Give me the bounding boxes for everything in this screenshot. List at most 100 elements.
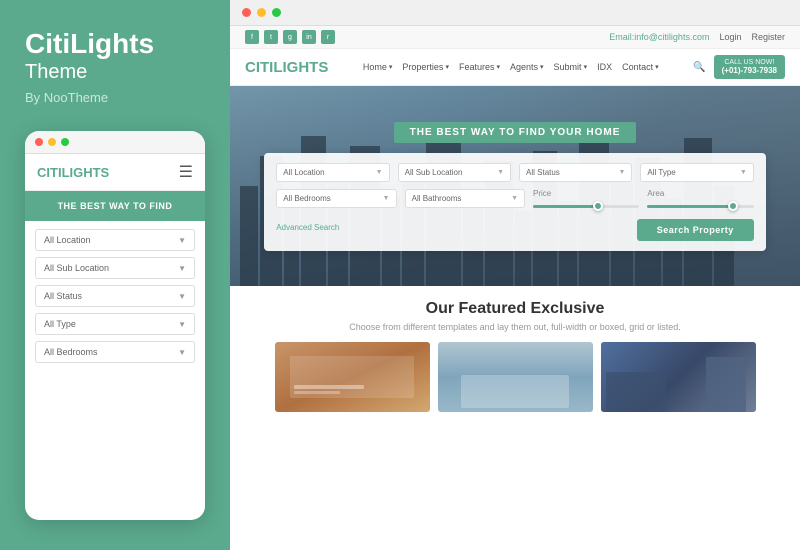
price-field: Price <box>533 189 639 208</box>
nav-idx[interactable]: IDX <box>597 62 612 72</box>
nav-home[interactable]: Home ▾ <box>363 62 393 72</box>
website-content: f t g in r Email:info@citilights.com Log… <box>230 26 800 550</box>
mobile-filter-bedrooms-label: All Bedrooms <box>44 347 98 357</box>
property-card-3-image <box>601 342 756 412</box>
site-topbar-right: Email:info@citilights.com Login Register <box>609 32 785 42</box>
nav-properties[interactable]: Properties ▾ <box>402 62 449 72</box>
mobile-filter-sublocation-arrow: ▼ <box>178 264 186 273</box>
price-range-handle[interactable] <box>593 201 603 211</box>
mobile-hero-text: THE BEST WAY TO FIND <box>37 201 193 211</box>
hero-section: THE BEST WAY TO FIND YOUR HOME All Locat… <box>230 86 800 286</box>
mobile-dot-yellow <box>48 138 56 146</box>
area-range-fill <box>647 205 732 208</box>
mobile-hero: THE BEST WAY TO FIND <box>25 191 205 221</box>
building-1 <box>240 186 258 286</box>
brand-name: CitiLights Theme By NooTheme <box>25 30 205 105</box>
brand-by: By NooTheme <box>25 90 205 105</box>
call-now-label: CALL US NOW! <box>724 59 774 66</box>
bathrooms-select[interactable]: All Bathrooms ▼ <box>405 189 525 208</box>
browser-dot-green <box>272 8 281 17</box>
property-card-1-image <box>275 342 430 412</box>
site-topbar-left: f t g in r <box>245 30 335 44</box>
linkedin-icon[interactable]: in <box>302 30 316 44</box>
sublocation-select-arrow: ▼ <box>497 169 504 176</box>
property-card-3[interactable] <box>601 342 756 412</box>
phone-box: CALL US NOW! (+01)-793-7938 <box>714 55 785 79</box>
mobile-filter-location-label: All Location <box>44 235 91 245</box>
site-topbar: f t g in r Email:info@citilights.com Log… <box>230 26 800 49</box>
login-link[interactable]: Login <box>719 32 741 42</box>
nav-submit[interactable]: Submit ▾ <box>554 62 588 72</box>
area-range-bar[interactable] <box>647 205 753 208</box>
bedrooms-select[interactable]: All Bedrooms ▼ <box>276 189 396 208</box>
left-panel: CitiLights Theme By NooTheme CITILIGHTS … <box>0 0 230 550</box>
twitter-icon[interactable]: t <box>264 30 278 44</box>
mobile-logo-lights: LIGHTS <box>62 165 110 180</box>
area-label: Area <box>647 189 753 198</box>
hero-badge: THE BEST WAY TO FIND YOUR HOME <box>394 122 637 143</box>
featured-title: Our Featured Exclusive <box>245 300 785 318</box>
nav-features[interactable]: Features ▾ <box>459 62 500 72</box>
mobile-filter-location-arrow: ▼ <box>178 236 186 245</box>
site-logo-citi: CITI <box>245 59 273 76</box>
status-select[interactable]: All Status ▼ <box>519 163 632 182</box>
rss-icon[interactable]: r <box>321 30 335 44</box>
browser-dot-yellow <box>257 8 266 17</box>
price-range-bar[interactable] <box>533 205 639 208</box>
phone-number: (+01)-793-7938 <box>722 66 777 75</box>
below-fold: Our Featured Exclusive Choose from diffe… <box>230 286 800 550</box>
bathrooms-select-label: All Bathrooms <box>412 194 462 203</box>
bedrooms-select-label: All Bedrooms <box>283 194 331 203</box>
browser-dot-red <box>242 8 251 17</box>
mobile-filter-type-label: All Type <box>44 319 76 329</box>
sublocation-select[interactable]: All Sub Location ▼ <box>398 163 511 182</box>
register-link[interactable]: Register <box>751 32 785 42</box>
mobile-dot-green <box>61 138 69 146</box>
site-logo-lights: LIGHTS <box>273 59 328 76</box>
mobile-hamburger-icon[interactable]: ☰ <box>179 162 193 182</box>
mobile-logo-citi: CITI <box>37 165 62 180</box>
featured-subtitle: Choose from different templates and lay … <box>245 322 785 332</box>
mobile-filters: All Location ▼ All Sub Location ▼ All St… <box>25 221 205 371</box>
price-range-fill <box>533 205 597 208</box>
nav-links: Home ▾ Properties ▾ Features ▾ Agents ▾ … <box>363 62 659 72</box>
type-select[interactable]: All Type ▼ <box>640 163 753 182</box>
search-btn-row: Search Property <box>637 219 754 241</box>
mobile-filter-sublocation[interactable]: All Sub Location ▼ <box>35 257 195 279</box>
brand-title: CitiLights <box>25 30 205 58</box>
mobile-filter-type[interactable]: All Type ▼ <box>35 313 195 335</box>
search-icon[interactable]: 🔍 <box>693 62 705 73</box>
site-nav: CITILIGHTS Home ▾ Properties ▾ Features … <box>230 49 800 86</box>
type-select-label: All Type <box>647 168 675 177</box>
site-logo: CITILIGHTS <box>245 59 328 76</box>
search-property-button[interactable]: Search Property <box>637 219 754 241</box>
nav-contact[interactable]: Contact ▾ <box>622 62 659 72</box>
type-select-arrow: ▼ <box>740 169 747 176</box>
brand-subtitle: Theme <box>25 60 205 84</box>
email-link[interactable]: Email:info@citilights.com <box>609 32 709 42</box>
facebook-icon[interactable]: f <box>245 30 259 44</box>
nav-agents[interactable]: Agents ▾ <box>510 62 544 72</box>
property-cards <box>245 342 785 412</box>
mobile-filter-status-label: All Status <box>44 291 82 301</box>
mobile-filter-location[interactable]: All Location ▼ <box>35 229 195 251</box>
advanced-search-link[interactable]: Advanced Search <box>276 223 339 232</box>
mobile-nav: CITILIGHTS ☰ <box>25 154 205 191</box>
mobile-filter-sublocation-label: All Sub Location <box>44 263 109 273</box>
property-card-1[interactable] <box>275 342 430 412</box>
mobile-filter-status[interactable]: All Status ▼ <box>35 285 195 307</box>
area-range-handle[interactable] <box>728 201 738 211</box>
mobile-logo: CITILIGHTS <box>37 165 109 180</box>
mobile-filter-bedrooms-arrow: ▼ <box>178 348 186 357</box>
location-select[interactable]: All Location ▼ <box>276 163 389 182</box>
property-card-2[interactable] <box>438 342 593 412</box>
mobile-dot-red <box>35 138 43 146</box>
googleplus-icon[interactable]: g <box>283 30 297 44</box>
nav-right: 🔍 CALL US NOW! (+01)-793-7938 <box>693 55 785 79</box>
status-select-label: All Status <box>526 168 560 177</box>
status-select-arrow: ▼ <box>618 169 625 176</box>
mobile-filter-bedrooms[interactable]: All Bedrooms ▼ <box>35 341 195 363</box>
property-card-2-image <box>438 342 593 412</box>
search-row-1: All Location ▼ All Sub Location ▼ All St… <box>276 163 754 182</box>
location-select-label: All Location <box>283 168 324 177</box>
